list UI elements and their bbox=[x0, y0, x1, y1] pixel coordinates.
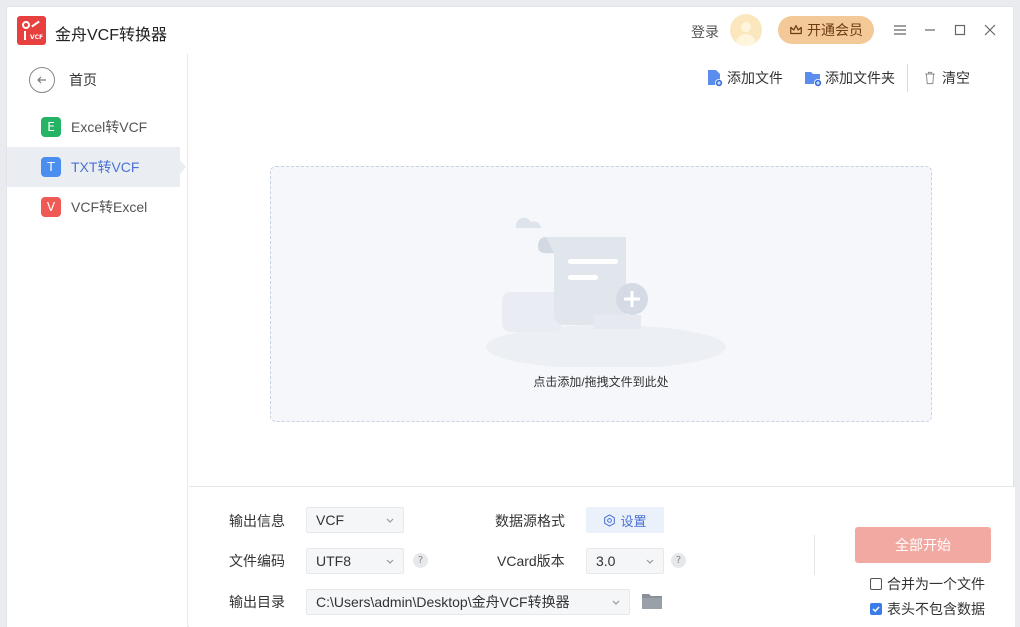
minimize-button[interactable] bbox=[919, 19, 941, 41]
add-folder-button[interactable]: 添加文件夹 bbox=[803, 67, 895, 89]
folder-icon[interactable] bbox=[641, 592, 663, 610]
sidebar-item-label: VCF转Excel bbox=[71, 199, 148, 215]
menu-icon bbox=[894, 25, 906, 35]
app-window: VCF 金舟VCF转换器 登录 开通会员 首页 E Excel转VCF T TX… bbox=[6, 6, 1015, 627]
no-header-checkbox[interactable]: 表头不包含数据 bbox=[870, 599, 985, 619]
clear-button[interactable]: 清空 bbox=[922, 67, 970, 89]
add-folder-label: 添加文件夹 bbox=[825, 70, 895, 86]
sidebar-item-txt-to-vcf[interactable]: T TXT转VCF bbox=[7, 147, 186, 187]
back-arrow-icon bbox=[29, 67, 55, 93]
merge-label: 合并为一个文件 bbox=[887, 576, 985, 592]
vcard-version-label: VCard版本 bbox=[497, 553, 565, 569]
sidebar-home-label: 首页 bbox=[69, 72, 97, 88]
output-format-select[interactable]: VCF bbox=[306, 507, 404, 533]
title-bar: VCF 金舟VCF转换器 登录 开通会员 bbox=[7, 7, 1013, 54]
no-header-label: 表头不包含数据 bbox=[887, 601, 985, 617]
checkbox-unchecked-icon bbox=[870, 578, 882, 590]
sidebar-item-excel-to-vcf[interactable]: E Excel转VCF bbox=[7, 107, 180, 147]
chevron-down-icon bbox=[386, 559, 394, 564]
chevron-down-icon bbox=[646, 559, 654, 564]
toolbar-divider bbox=[907, 64, 908, 92]
clear-label: 清空 bbox=[942, 70, 970, 86]
add-file-button[interactable]: 添加文件 bbox=[705, 67, 783, 89]
sidebar-home[interactable]: 首页 bbox=[29, 66, 97, 94]
output-format-value: VCF bbox=[316, 512, 344, 528]
maximize-icon bbox=[954, 24, 966, 36]
excel-icon: E bbox=[41, 117, 61, 137]
add-folder-icon bbox=[805, 72, 822, 87]
encoding-select[interactable]: UTF8 bbox=[306, 548, 404, 574]
panel-divider bbox=[814, 535, 815, 575]
add-file-icon bbox=[708, 70, 723, 87]
app-title: 金舟VCF转换器 bbox=[55, 27, 168, 44]
encoding-value: UTF8 bbox=[316, 553, 351, 569]
encoding-help-icon[interactable]: ? bbox=[413, 553, 428, 568]
output-settings-panel: 输出信息 VCF 数据源格式 设置 文件编码 UTF8 ? VCard版本 3.… bbox=[189, 486, 1015, 627]
crown-icon bbox=[790, 25, 802, 35]
drop-zone-hint: 点击添加/拖拽文件到此处 bbox=[533, 375, 669, 389]
add-file-label: 添加文件 bbox=[727, 70, 783, 86]
vcard-help-icon[interactable]: ? bbox=[671, 553, 686, 568]
vcard-version-value: 3.0 bbox=[596, 553, 616, 569]
sidebar-item-vcf-to-excel[interactable]: V VCF转Excel bbox=[7, 187, 180, 227]
vip-button[interactable]: 开通会员 bbox=[778, 16, 874, 44]
chevron-down-icon bbox=[386, 518, 394, 523]
file-drop-zone[interactable]: 点击添加/拖拽文件到此处 bbox=[270, 166, 932, 422]
source-format-label: 数据源格式 bbox=[495, 513, 565, 529]
sidebar-item-label: Excel转VCF bbox=[71, 119, 148, 135]
merge-checkbox[interactable]: 合并为一个文件 bbox=[870, 574, 985, 594]
checkbox-checked-icon bbox=[870, 603, 882, 615]
chevron-down-icon bbox=[612, 600, 620, 605]
vcf-icon: V bbox=[41, 197, 61, 217]
sidebar: 首页 E Excel转VCF T TXT转VCF V VCF转Excel bbox=[7, 54, 188, 627]
minimize-icon bbox=[925, 29, 935, 31]
maximize-button[interactable] bbox=[949, 19, 971, 41]
app-logo: VCF bbox=[17, 16, 46, 45]
menu-button[interactable] bbox=[889, 19, 911, 41]
settings-label: 设置 bbox=[620, 513, 647, 529]
trash-icon bbox=[925, 71, 935, 85]
sidebar-item-label: TXT转VCF bbox=[71, 159, 140, 175]
encoding-label: 文件编码 bbox=[229, 553, 285, 569]
vip-label: 开通会员 bbox=[807, 22, 863, 38]
close-button[interactable] bbox=[979, 19, 1001, 41]
txt-icon: T bbox=[41, 157, 61, 177]
close-icon bbox=[984, 24, 996, 36]
output-dir-select[interactable]: C:\Users\admin\Desktop\金舟VCF转换器 bbox=[306, 589, 630, 615]
login-link[interactable]: 登录 bbox=[691, 22, 719, 42]
start-all-button[interactable]: 全部开始 bbox=[855, 527, 991, 563]
settings-button[interactable]: 设置 bbox=[586, 507, 664, 533]
vcard-version-select[interactable]: 3.0 bbox=[586, 548, 664, 574]
settings-icon bbox=[604, 513, 616, 527]
empty-files-illustration bbox=[486, 217, 726, 367]
avatar[interactable] bbox=[730, 14, 762, 46]
output-info-label: 输出信息 bbox=[229, 513, 285, 529]
output-dir-label: 输出目录 bbox=[229, 594, 285, 610]
output-dir-value: C:\Users\admin\Desktop\金舟VCF转换器 bbox=[316, 594, 570, 610]
